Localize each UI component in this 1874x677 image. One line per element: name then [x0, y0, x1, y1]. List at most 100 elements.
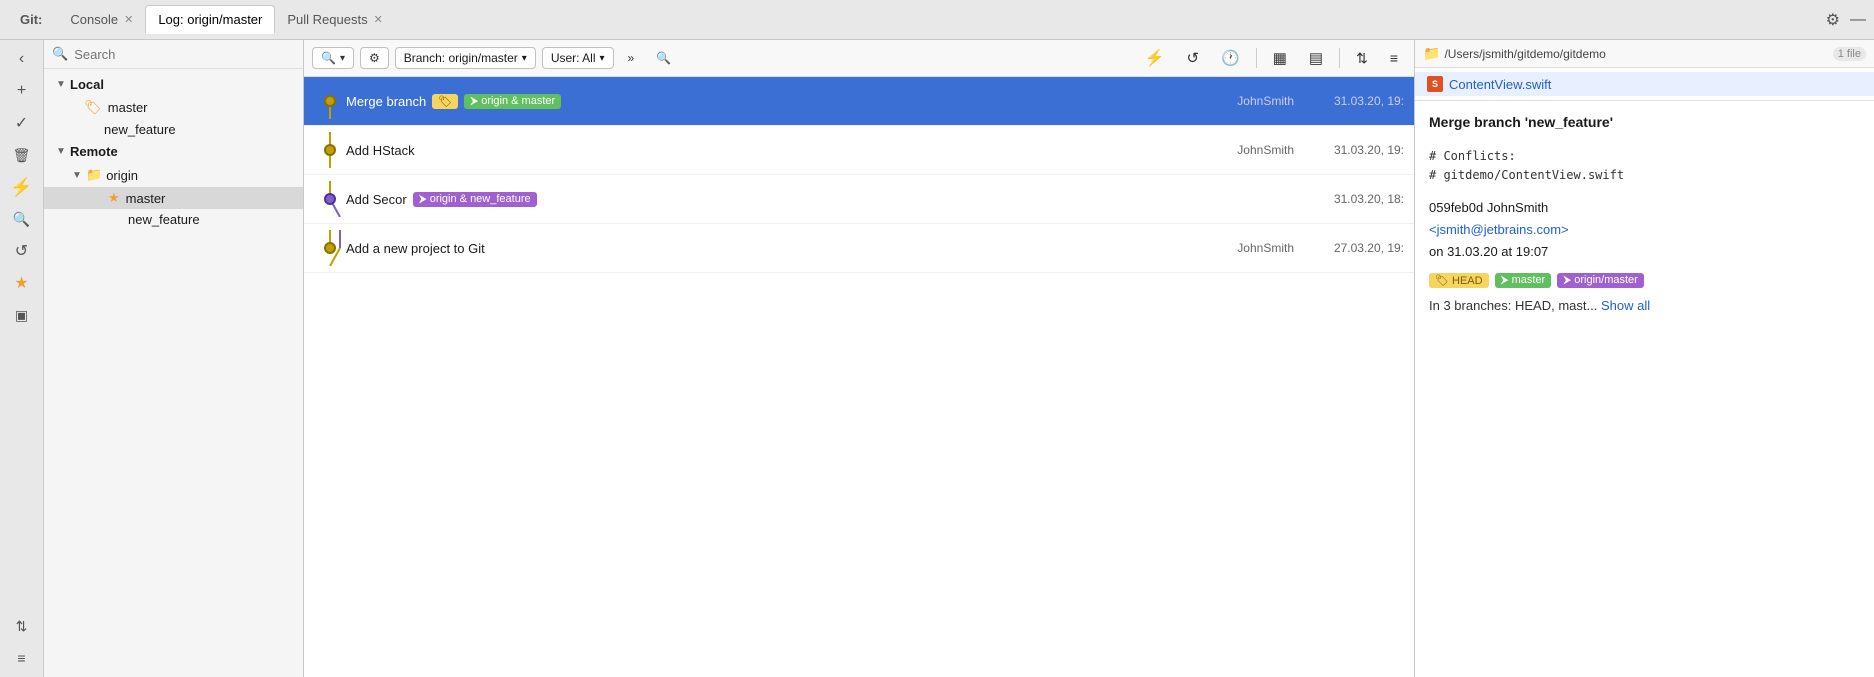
file-item-contentview[interactable]: S ContentView.swift [1415, 72, 1874, 96]
folder-icon: 📁 [86, 167, 102, 183]
sidebar-search-bar: 🔍 [44, 40, 303, 69]
toolbar-separator2 [1339, 48, 1340, 68]
commit-graph-svg2 [314, 132, 346, 168]
detail-file-list: S ContentView.swift [1415, 68, 1874, 101]
folder-detail-icon: 📁 [1423, 45, 1440, 62]
conflict-line2: # gitdemo/ContentView.swift [1429, 166, 1860, 185]
remote-section-header[interactable]: ▼ Remote [44, 140, 303, 163]
branch-origin-new-feature[interactable]: new_feature [44, 209, 303, 230]
commit-graph-c1 [314, 83, 346, 119]
create-button[interactable]: + [5, 76, 39, 106]
file-link-contentview[interactable]: ContentView.swift [1449, 77, 1551, 92]
refresh-button[interactable]: ↺ [5, 236, 39, 266]
commit-message-c3: Add Secor [346, 192, 407, 207]
commit-email-link[interactable]: <jsmith@jetbrains.com> [1429, 222, 1569, 237]
commit-search-button[interactable]: 🔍 [648, 48, 679, 68]
sort-button[interactable]: ⇅ [5, 611, 39, 641]
menu2-button[interactable]: ≡ [1382, 47, 1406, 69]
tab-log-label: Log: origin/master [158, 12, 262, 27]
branch-selector-arrow: ▾ [522, 53, 527, 64]
commit-author-c2: JohnSmith [1204, 143, 1294, 157]
user-selector-label: User: All [551, 51, 596, 65]
local-section-header[interactable]: ▼ Local [44, 73, 303, 96]
delete-button[interactable]: 🗑 [5, 140, 39, 170]
commit-detail-conflicts: # Conflicts: # gitdemo/ContentView.swift [1429, 147, 1860, 185]
branch-master-local[interactable]: 🏷 master [44, 96, 303, 119]
origin-header[interactable]: ▼ 📁 origin [44, 163, 303, 187]
commit-button[interactable]: ✓ [5, 108, 39, 138]
branch-new-feature-local-label: new_feature [84, 122, 176, 137]
commit-date-detail: on 31.03.20 at 19:07 [1429, 241, 1860, 263]
search-input[interactable] [74, 47, 295, 62]
title-bar-actions: ⚙ — [1826, 10, 1866, 30]
commit-detail-author: JohnSmith [1487, 200, 1548, 215]
commit-row[interactable]: Add HStack JohnSmith 31.03.20, 19: [304, 126, 1414, 175]
commit-message-c2: Add HStack [346, 143, 415, 158]
show-all-link[interactable]: Show all [1601, 298, 1650, 313]
tab-console[interactable]: Console ✕ [58, 6, 145, 33]
sort2-button[interactable]: ⇅ [1348, 47, 1376, 70]
search-dropdown-button[interactable]: 🔍 ▾ [312, 47, 354, 69]
commit-row[interactable]: Add Secor ⮞ origin & new_feature 31.03.2… [304, 175, 1414, 224]
tab-console-close[interactable]: ✕ [124, 13, 133, 26]
fetch-button[interactable]: ⚡ [5, 172, 39, 202]
menu-button[interactable]: ≡ [5, 643, 39, 673]
tag-badge-origin-master: ⮞ origin & master [464, 94, 561, 109]
star-icon: ★ [108, 190, 120, 206]
search-button[interactable]: 🔍 [5, 204, 39, 234]
tab-pull-requests-close[interactable]: ✕ [374, 13, 383, 26]
branch-new-feature-local[interactable]: new_feature [44, 119, 303, 140]
tag-badge-origin-new-feature: ⮞ origin & new_feature [413, 192, 537, 207]
commit-graph-c2 [314, 132, 346, 168]
origin-expand-icon: ▼ [72, 170, 82, 181]
undo-button[interactable]: ↺ [1178, 46, 1207, 70]
commit-graph-svg4 [314, 230, 346, 266]
tab-pull-requests-label: Pull Requests [287, 12, 367, 27]
commit-info-c3: Add Secor ⮞ origin & new_feature [346, 192, 1204, 207]
detail-path: 📁 /Users/jsmith/gitdemo/gitdemo [1423, 45, 1825, 62]
tag-icon: 🏷 [84, 99, 102, 116]
tag-origin-master: ⮞ origin/master [1557, 273, 1644, 288]
commit-detail-meta: 059feb0d JohnSmith <jsmith@jetbrains.com… [1429, 197, 1860, 263]
more-button[interactable]: » [620, 48, 643, 68]
tab-log[interactable]: Log: origin/master [145, 5, 275, 34]
commit-row[interactable]: Add a new project to Git JohnSmith 27.03… [304, 224, 1414, 273]
branch-master-local-label: master [108, 100, 148, 115]
commit-hash: 059feb0d [1429, 200, 1483, 215]
search-dropdown-icon: 🔍 [321, 51, 336, 65]
history-button[interactable]: 🕐 [1213, 46, 1248, 70]
commit-settings-button[interactable]: ⚙ [360, 47, 389, 69]
git-text: Git: [20, 12, 42, 27]
layout1-button[interactable]: ▦ [1265, 46, 1295, 70]
remote-expand-icon: ▼ [56, 146, 66, 157]
commit-info-c2: Add HStack [346, 143, 1204, 158]
remote-label: Remote [70, 144, 118, 159]
commit-graph-c4 [314, 230, 346, 266]
branch-selector[interactable]: Branch: origin/master ▾ [395, 47, 536, 69]
commit-toolbar: 🔍 ▾ ⚙ Branch: origin/master ▾ User: All … [304, 40, 1414, 77]
search-icon: 🔍 [52, 46, 68, 62]
local-expand-icon: ▼ [56, 79, 66, 90]
commit-graph-svg [314, 83, 346, 119]
layout2-button[interactable]: ▤ [1301, 46, 1331, 70]
commit-detail-body: Merge branch 'new_feature' # Conflicts: … [1415, 101, 1874, 677]
repository-button[interactable]: ▣ [5, 300, 39, 330]
tab-pull-requests[interactable]: Pull Requests ✕ [275, 6, 394, 33]
commit-info-c1: Merge branch 🏷 ⮞ origin & master [346, 94, 1204, 109]
commit-date-c3: 31.03.20, 18: [1294, 192, 1404, 206]
minimize-icon[interactable]: — [1850, 11, 1866, 29]
commit-branches-row: In 3 branches: HEAD, mast... Show all [1429, 298, 1860, 313]
tab-console-label: Console [70, 12, 118, 27]
tag-head: 🏷 HEAD [1429, 273, 1489, 288]
user-selector[interactable]: User: All ▾ [542, 47, 614, 69]
user-selector-arrow: ▾ [600, 53, 605, 64]
branch-origin-master[interactable]: ★ master [44, 187, 303, 209]
favorites-button[interactable]: ★ [5, 268, 39, 298]
commit-row[interactable]: Merge branch 🏷 ⮞ origin & master JohnSmi… [304, 77, 1414, 126]
settings-icon[interactable]: ⚙ [1826, 10, 1840, 30]
origin-new-feature-label: new_feature [108, 212, 200, 227]
back-button[interactable]: ‹ [5, 44, 39, 74]
commit-author-c4: JohnSmith [1204, 241, 1294, 255]
git-label: Git: [8, 6, 58, 33]
lightning-button[interactable]: ⚡ [1137, 45, 1173, 71]
